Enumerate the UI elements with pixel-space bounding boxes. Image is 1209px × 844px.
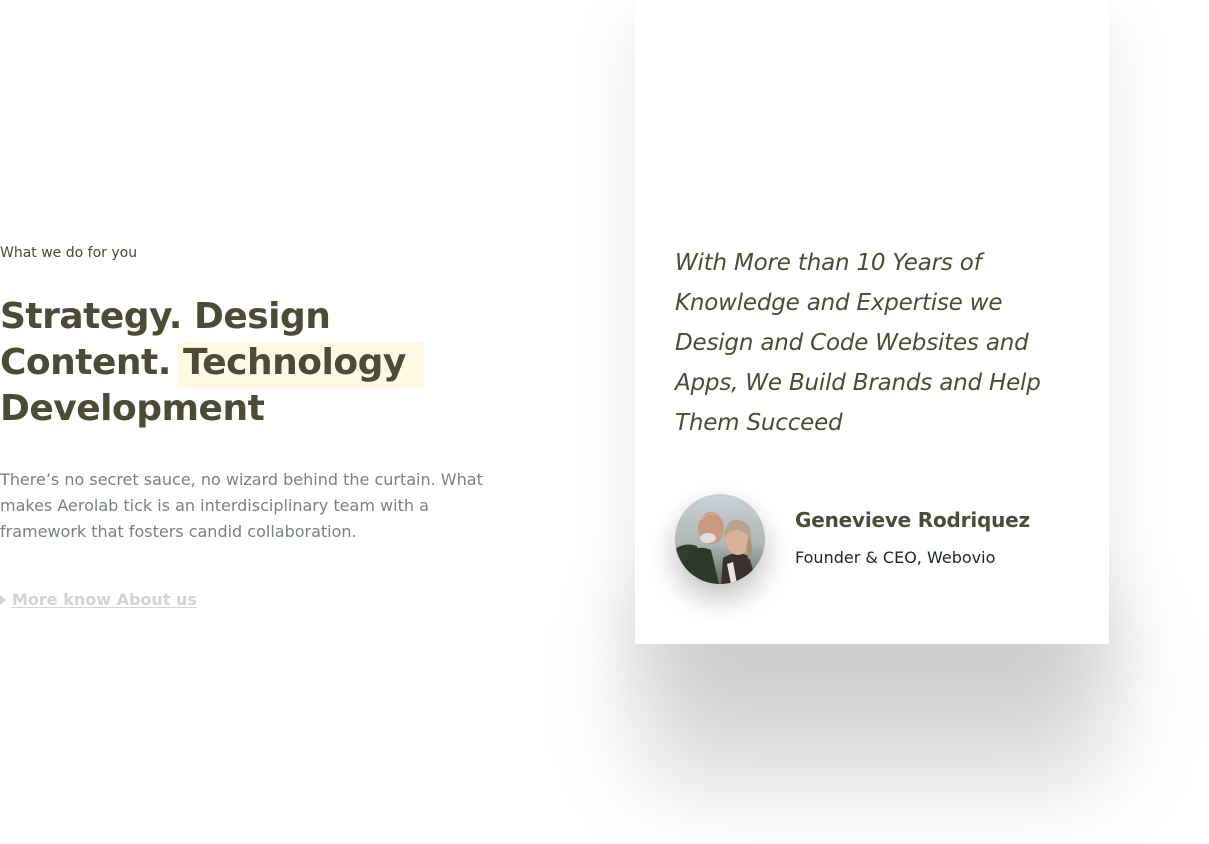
headline-line-1: Strategy. Design bbox=[0, 296, 331, 337]
testimonial-card: With More than 10 Years of Knowledge and… bbox=[635, 0, 1109, 644]
headline-line-2: Content. Technology bbox=[0, 340, 520, 388]
author-avatar bbox=[675, 494, 765, 584]
section-description: There’s no secret sauce, no wizard behin… bbox=[0, 470, 483, 541]
author-name: Genevieve Rodriquez bbox=[795, 508, 1030, 532]
headline-highlight: Technology bbox=[176, 340, 424, 388]
couple-photo-avatar bbox=[675, 494, 765, 584]
testimonial-quote: With More than 10 Years of Knowledge and… bbox=[675, 250, 1041, 436]
about-us-link[interactable]: More know About us bbox=[0, 590, 197, 609]
section-headline: Strategy. Design Content. Technology Dev… bbox=[0, 294, 520, 432]
section-eyebrow: What we do for you bbox=[0, 245, 138, 261]
headline-line-2-prefix: Content. bbox=[0, 342, 171, 383]
about-us-link-label: More know About us bbox=[12, 590, 197, 609]
caret-right-icon bbox=[0, 594, 6, 605]
what-we-do-section: What we do for you Strategy. Design Cont… bbox=[0, 0, 520, 609]
headline-line-3: Development bbox=[0, 388, 265, 429]
author-role: Founder & CEO, Webovio bbox=[795, 548, 996, 567]
